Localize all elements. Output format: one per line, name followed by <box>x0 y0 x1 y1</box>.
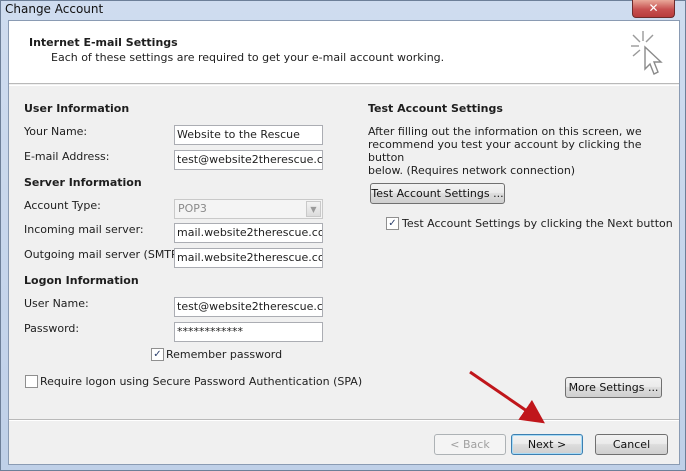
remember-password-label: Remember password <box>166 348 283 361</box>
account-type-value: POP3 <box>178 202 207 215</box>
your-name-label: Your Name: <box>24 125 88 138</box>
close-button[interactable]: ✕ <box>632 0 675 18</box>
email-address-field[interactable]: test@website2therescue.com <box>174 150 323 170</box>
account-type-select: POP3 ▼ <box>174 199 323 219</box>
test-on-next-checkbox[interactable]: ✓ <box>386 217 399 230</box>
incoming-server-label: Incoming mail server: <box>24 223 144 236</box>
test-description-line-2: recommend you test your account by click… <box>368 138 642 164</box>
next-button[interactable]: Next > <box>511 434 583 455</box>
email-address-label: E-mail Address: <box>24 150 110 163</box>
spa-label: Require logon using Secure Password Auth… <box>40 375 363 388</box>
test-on-next-label: Test Account Settings by clicking the Ne… <box>402 217 673 230</box>
more-settings-button[interactable]: More Settings ... <box>565 377 662 398</box>
your-name-field[interactable]: Website to the Rescue <box>174 125 323 145</box>
dialog-client-area: Internet E-mail Settings Each of these s… <box>8 20 680 465</box>
cursor-sparkle-icon <box>631 31 663 75</box>
test-description-line-1: After filling out the information on thi… <box>368 125 642 138</box>
dialog-header: Internet E-mail Settings Each of these s… <box>9 21 679 84</box>
spa-checkbox[interactable] <box>25 375 38 388</box>
change-account-window: Change Account ✕ Internet E-mail Setting… <box>0 0 686 471</box>
server-information-heading: Server Information <box>24 176 142 189</box>
test-description: After filling out the information on thi… <box>368 125 679 177</box>
title-bar: Change Account ✕ <box>1 0 686 19</box>
user-information-heading: User Information <box>24 102 130 115</box>
annotation-arrow-icon <box>469 370 545 424</box>
test-account-settings-heading: Test Account Settings <box>368 102 503 115</box>
cancel-button[interactable]: Cancel <box>595 434 668 455</box>
header-divider <box>9 85 679 86</box>
password-field[interactable]: ************ <box>174 322 323 342</box>
outgoing-server-field[interactable]: mail.website2therescue.com <box>174 248 323 268</box>
password-label: Password: <box>24 322 80 335</box>
outgoing-server-label: Outgoing mail server (SMTP): <box>24 248 186 261</box>
back-button[interactable]: < Back <box>434 434 506 455</box>
logon-information-heading: Logon Information <box>24 274 139 287</box>
chevron-down-icon: ▼ <box>306 201 321 217</box>
remember-password-checkbox[interactable]: ✓ <box>151 348 164 361</box>
header-subtitle: Each of these settings are required to g… <box>51 51 445 64</box>
window-title: Change Account <box>5 2 104 16</box>
account-type-label: Account Type: <box>24 199 101 212</box>
header-title: Internet E-mail Settings <box>29 36 178 49</box>
incoming-server-field[interactable]: mail.website2therescue.com <box>174 223 323 243</box>
user-name-label: User Name: <box>24 297 89 310</box>
test-account-settings-button[interactable]: Test Account Settings ... <box>370 183 505 204</box>
user-name-field[interactable]: test@website2therescue.com <box>174 297 323 317</box>
close-icon: ✕ <box>648 1 659 15</box>
test-description-line-3: below. (Requires network connection) <box>368 164 576 177</box>
